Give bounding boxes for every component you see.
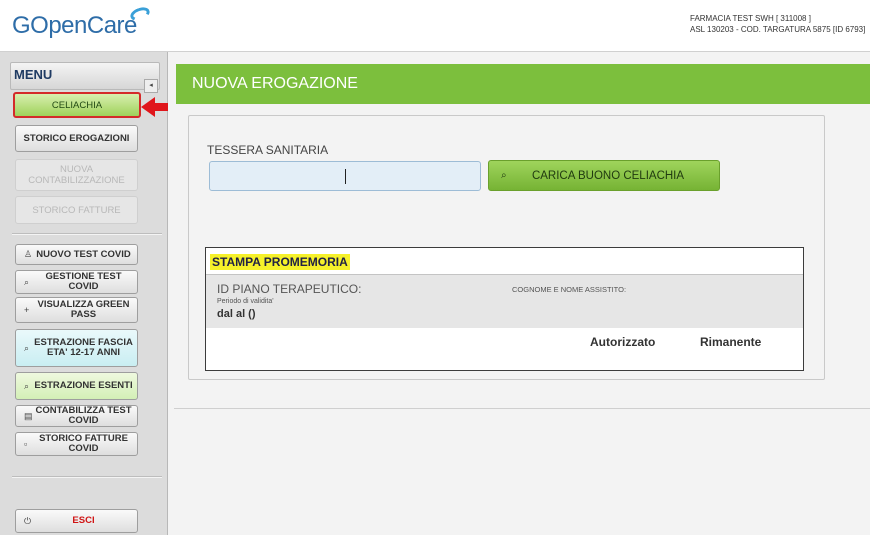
validity-value: dal al () [217, 308, 256, 320]
sidebar-item-visualizza-green-pass[interactable]: + VISUALIZZA GREEN PASS [15, 297, 138, 323]
search-icon: ⌕ [501, 170, 507, 181]
plan-id-label: ID PIANO TERAPEUTICO: [217, 282, 362, 296]
menu-header: MENU [10, 62, 160, 90]
sidebar-item-nuovo-test-covid[interactable]: ♙ NUOVO TEST COVID [15, 244, 138, 265]
load-celiac-voucher-button[interactable]: ⌕ CARICA BUONO CELIACHIA [488, 160, 720, 191]
sidebar-item-label: ESTRAZIONE FASCIA ETA' 12-17 ANNI [34, 337, 133, 358]
content-area: TESSERA SANITARIA ⌕ CARICA BUONO CELIACH… [174, 104, 870, 409]
sidebar-item-gestione-test-covid[interactable]: ⌕ GESTIONE TEST COVID [15, 270, 138, 294]
sidebar-item-label: CELIACHIA [51, 99, 103, 111]
collapse-menu-icon[interactable]: ◂ [144, 79, 158, 93]
sidebar-item-celiachia[interactable]: CELIACHIA [13, 92, 141, 118]
reminder-title: STAMPA PROMEMORIA [210, 254, 350, 270]
sidebar-item-label: VISUALIZZA GREEN PASS [37, 299, 130, 320]
pharmacy-name: FARMACIA TEST SWH [ 311008 ] [690, 14, 811, 23]
sidebar-divider [12, 476, 162, 478]
plus-icon: + [24, 305, 30, 315]
validity-label: Periodo di validita' [217, 298, 274, 305]
power-icon: ⏻ [24, 515, 32, 526]
sidebar-item-label: STORICO EROGAZIONI [23, 133, 130, 144]
sidebar-item-nuova-contabilizzazione: NUOVA CONTABILIZZAZIONE [15, 159, 138, 191]
authorized-label: Autorizzato [590, 335, 656, 349]
logo: GOpenCare [12, 12, 137, 39]
health-card-input[interactable] [209, 161, 481, 191]
sidebar-item-label: GESTIONE TEST COVID [45, 271, 122, 292]
sidebar-item-storico-fatture-covid[interactable]: ▫ STORICO FATTURE COVID [15, 432, 138, 456]
search-icon: ⌕ [24, 276, 30, 287]
sidebar-item-label: STORICO FATTURE [32, 204, 121, 216]
document-icon: ▤ [24, 410, 33, 421]
exit-button[interactable]: ⏻ ESCI [15, 509, 138, 533]
health-card-label: TESSERA SANITARIA [207, 143, 329, 157]
load-button-label: CARICA BUONO CELIACHIA [531, 169, 685, 182]
patient-name-label: COGNOME E NOME ASSISTITO: [512, 285, 627, 294]
text-caret [345, 169, 346, 184]
reminder-details: ID PIANO TERAPEUTICO: Periodo di validit… [206, 274, 803, 328]
sidebar-item-label: CONTABILIZZA TEST COVID [35, 405, 132, 426]
erogazione-panel: TESSERA SANITARIA ⌕ CARICA BUONO CELIACH… [188, 115, 825, 380]
page-title: NUOVA EROGAZIONE [176, 64, 870, 104]
remaining-label: Rimanente [700, 335, 762, 349]
sidebar-item-label: NUOVA CONTABILIZZAZIONE [28, 164, 125, 186]
search-icon: ⌕ [24, 342, 30, 353]
user-icon: ♙ [24, 249, 33, 259]
top-header: GOpenCare FARMACIA TEST SWH [ 311008 ] A… [0, 0, 870, 52]
main-area: NUOVA EROGAZIONE TESSERA SANITARIA ⌕ CAR… [168, 52, 870, 535]
sidebar-divider [12, 233, 162, 235]
sidebar-item-label: NUOVO TEST COVID [36, 248, 131, 260]
sidebar-item-storico-fatture: STORICO FATTURE [15, 196, 138, 224]
pharmacy-asl: ASL 130203 - COD. TARGATURA 5875 [ID 679… [690, 25, 866, 34]
exit-button-label: ESCI [72, 515, 95, 526]
sidebar-item-label: STORICO FATTURE COVID [39, 433, 128, 454]
sidebar-item-estrazione-fascia-eta[interactable]: ⌕ ESTRAZIONE FASCIA ETA' 12-17 ANNI [15, 329, 138, 367]
sidebar-item-estrazione-esenti[interactable]: ⌕ ESTRAZIONE ESENTI [15, 372, 138, 400]
sidebar-item-contabilizza-test-covid[interactable]: ▤ CONTABILIZZA TEST COVID [15, 405, 138, 427]
sidebar: MENU ◂ CELIACHIA STORICO EROGAZIONI NUOV… [0, 52, 168, 535]
document-icon: ▫ [24, 439, 28, 449]
sidebar-item-label: ESTRAZIONE ESENTI [34, 380, 133, 391]
pharmacy-info: FARMACIA TEST SWH [ 311008 ] ASL 130203 … [690, 13, 868, 35]
print-reminder-box: STAMPA PROMEMORIA ID PIANO TERAPEUTICO: … [205, 247, 804, 371]
search-icon: ⌕ [24, 380, 30, 391]
sidebar-item-storico-erogazioni[interactable]: STORICO EROGAZIONI [15, 125, 138, 152]
